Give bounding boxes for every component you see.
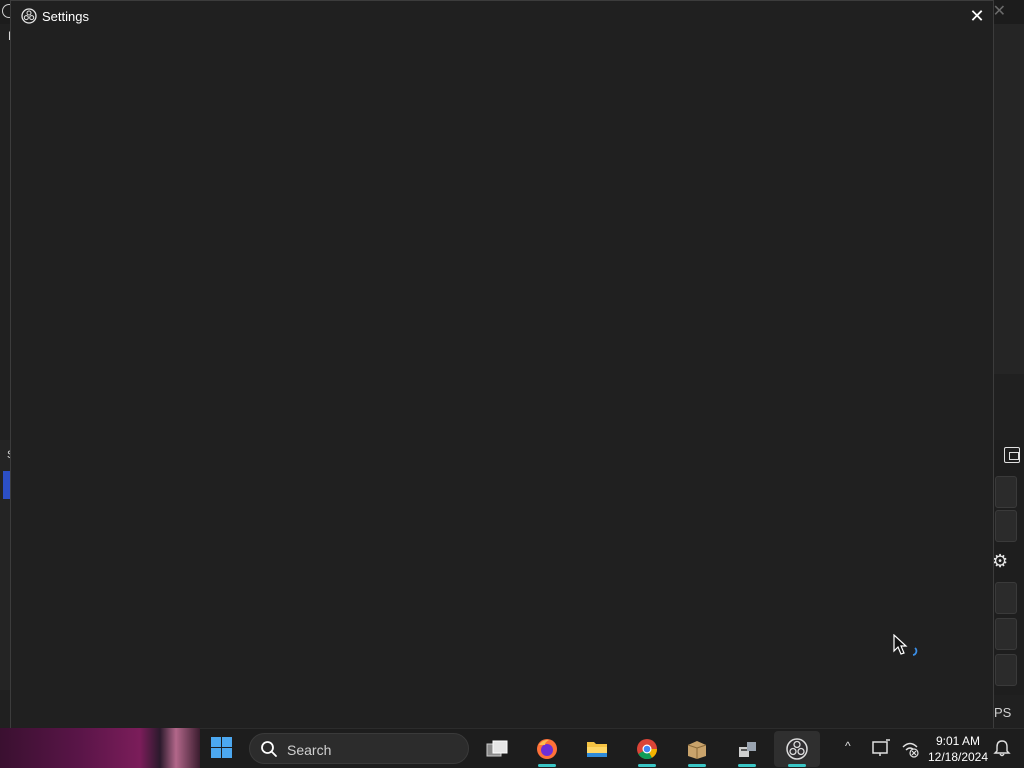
- task-view-icon[interactable]: [474, 731, 520, 767]
- clock-date: 12/18/2024: [927, 750, 989, 764]
- settings-titlebar[interactable]: Settings ✕: [11, 1, 993, 31]
- undock-icon[interactable]: [1004, 447, 1020, 463]
- running-indicator: [538, 764, 556, 767]
- search-icon: [261, 741, 277, 757]
- gear-icon[interactable]: ⚙: [992, 551, 1008, 572]
- firefox-icon[interactable]: [524, 731, 570, 767]
- desktop-wallpaper: [0, 728, 200, 768]
- running-indicator: [788, 764, 806, 767]
- obs-main-close-icon[interactable]: ✕: [993, 1, 1006, 21]
- obs-preview-edge: [993, 24, 1024, 374]
- obs-control-button[interactable]: [995, 510, 1017, 542]
- obs-control-button[interactable]: [995, 582, 1017, 614]
- obs-control-button[interactable]: [995, 476, 1017, 508]
- show-hidden-icons-chevron[interactable]: ^: [845, 739, 851, 753]
- busy-cursor-icon: [893, 634, 918, 656]
- obs-control-button[interactable]: [995, 654, 1017, 686]
- fps-status: PS: [994, 705, 1012, 720]
- windows-start-icon[interactable]: [208, 733, 238, 763]
- file-explorer-icon[interactable]: [574, 731, 620, 767]
- close-icon[interactable]: ✕: [965, 4, 989, 28]
- settings-content-area: [11, 31, 993, 728]
- search-placeholder: Search: [287, 742, 332, 758]
- settings-dialog: Settings ✕: [10, 0, 994, 729]
- obs-logo-icon: [21, 8, 37, 24]
- taskbar-search-input[interactable]: Search: [249, 733, 469, 764]
- notification-bell-icon[interactable]: [992, 738, 1012, 758]
- network-disconnected-icon[interactable]: [900, 738, 920, 758]
- archive-manager-icon[interactable]: [674, 731, 720, 767]
- obs-studio-icon[interactable]: [774, 731, 820, 767]
- chrome-icon[interactable]: [624, 731, 670, 767]
- running-indicator: [738, 764, 756, 767]
- taskbar-clock[interactable]: 9:01 AM 12/18/2024: [924, 733, 992, 765]
- clock-time: 9:01 AM: [935, 734, 981, 748]
- running-indicator: [638, 764, 656, 767]
- running-indicator: [688, 764, 706, 767]
- display-icon[interactable]: [871, 738, 891, 758]
- settings-title: Settings: [42, 9, 89, 24]
- network-app-icon[interactable]: [724, 731, 770, 767]
- obs-control-button[interactable]: [995, 618, 1017, 650]
